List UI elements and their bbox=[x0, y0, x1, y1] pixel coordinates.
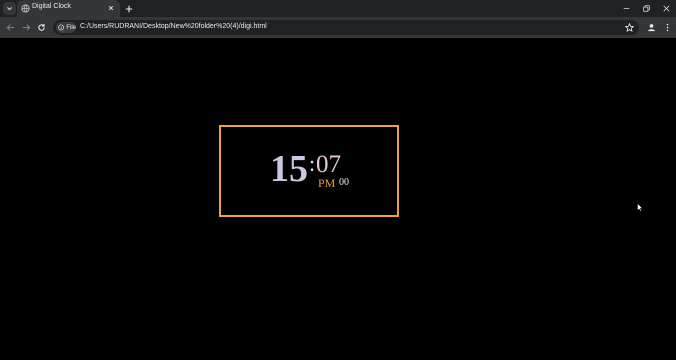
digital-clock: 15 : 07 PM 00 bbox=[219, 125, 399, 217]
site-info-chip[interactable]: File bbox=[56, 22, 76, 33]
clock-separator: : bbox=[309, 151, 316, 176]
bookmark-button[interactable] bbox=[624, 22, 635, 33]
browser-toolbar: File C:/Users/RUDRANI/Desktop/New%20fold… bbox=[0, 17, 676, 38]
tab-strip: Digital Clock bbox=[0, 0, 676, 17]
globe-icon bbox=[21, 4, 30, 13]
tab-digital-clock[interactable]: Digital Clock bbox=[17, 0, 120, 17]
new-tab-button[interactable] bbox=[123, 3, 134, 14]
clock-seconds: 00 bbox=[339, 177, 349, 188]
clock-display: 15 : 07 PM 00 bbox=[221, 127, 397, 215]
info-icon bbox=[58, 24, 65, 31]
kebab-menu-icon bbox=[666, 23, 668, 31]
minimize-button[interactable] bbox=[619, 2, 633, 14]
forward-button[interactable] bbox=[20, 21, 32, 33]
minimize-icon bbox=[623, 7, 629, 9]
clock-period: PM bbox=[318, 176, 336, 190]
person-icon bbox=[647, 23, 655, 31]
clock-hours: 15 bbox=[270, 148, 308, 190]
scheme-label: File bbox=[66, 24, 76, 31]
back-button[interactable] bbox=[4, 21, 16, 33]
arrow-right-icon bbox=[22, 23, 30, 31]
tab-search-button[interactable] bbox=[3, 2, 16, 15]
close-window-button[interactable] bbox=[659, 2, 673, 14]
restore-button[interactable] bbox=[639, 2, 653, 14]
reload-button[interactable] bbox=[35, 21, 47, 33]
star-icon bbox=[625, 23, 634, 32]
tab-close-button[interactable] bbox=[106, 3, 116, 13]
chevron-down-icon bbox=[7, 7, 12, 11]
plus-icon bbox=[125, 5, 132, 12]
restore-icon bbox=[642, 4, 650, 12]
arrow-left-icon bbox=[6, 23, 14, 31]
page-viewport: 15 : 07 PM 00 bbox=[0, 38, 676, 360]
tab-title: Digital Clock bbox=[32, 3, 71, 10]
close-icon bbox=[108, 5, 114, 11]
clock-minutes: 07 bbox=[316, 151, 341, 178]
menu-button[interactable] bbox=[661, 21, 673, 33]
address-bar[interactable]: File C:/Users/RUDRANI/Desktop/New%20fold… bbox=[53, 20, 639, 35]
reload-icon bbox=[37, 23, 45, 31]
url-text[interactable]: C:/Users/RUDRANI/Desktop/New%20folder%20… bbox=[80, 23, 267, 30]
mouse-cursor-icon bbox=[637, 203, 643, 212]
close-icon bbox=[662, 4, 670, 12]
profile-button[interactable] bbox=[645, 21, 657, 33]
